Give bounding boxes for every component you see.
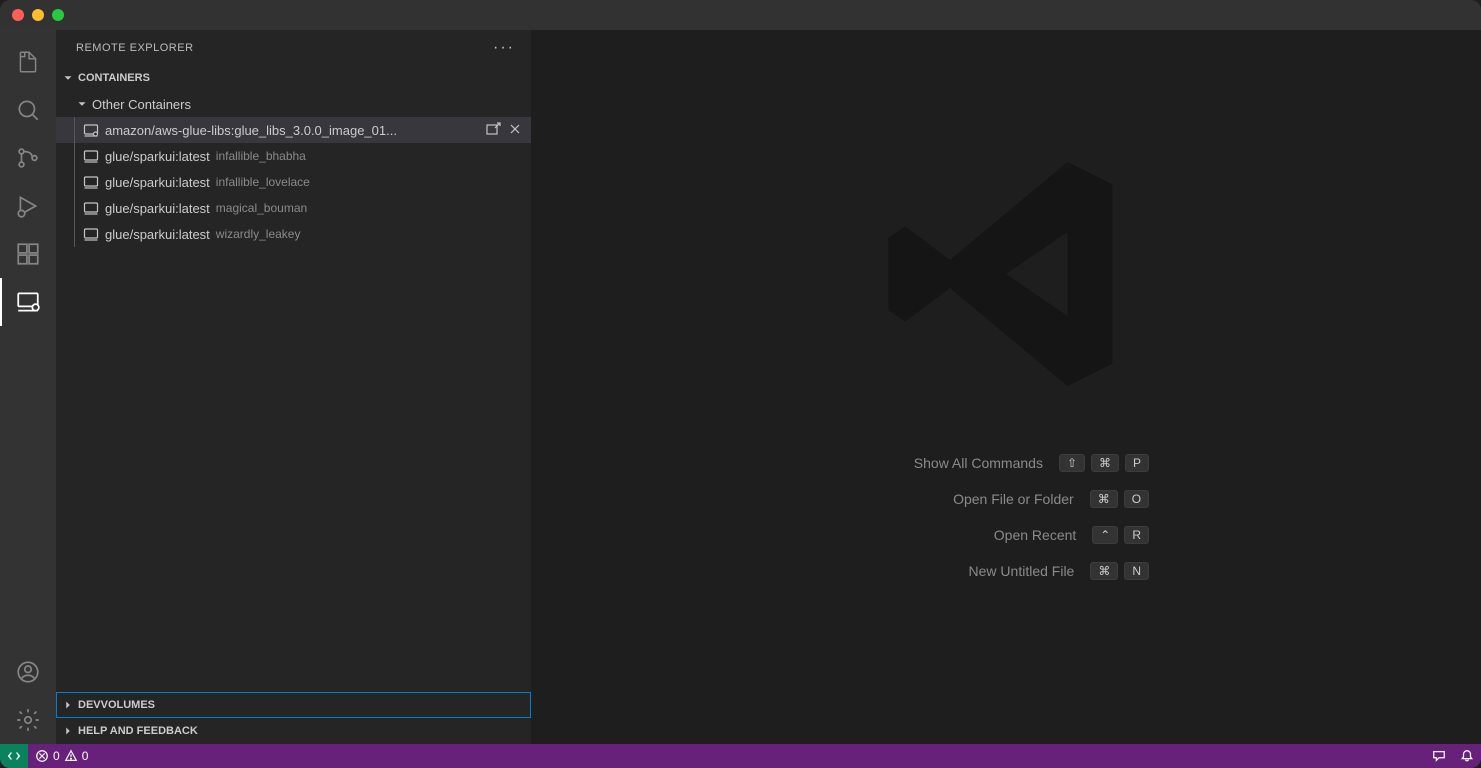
tree-group-other-containers[interactable]: Other Containers [56, 91, 531, 117]
problems-status[interactable]: 0 0 [28, 744, 95, 768]
remote-status[interactable] [0, 744, 28, 768]
container-label: glue/sparkui:latest [105, 201, 210, 216]
container-item[interactable]: amazon/aws-glue-libs:glue_libs_3.0.0_ima… [56, 117, 531, 143]
activity-bar [0, 30, 56, 744]
section-containers[interactable]: CONTAINERS [56, 65, 531, 91]
section-containers-label: CONTAINERS [78, 72, 150, 84]
shortcut-label: New Untitled File [894, 563, 1074, 579]
shortcut-new-file: New Untitled File ⌘ N [863, 562, 1149, 580]
shortcut-label: Open Recent [896, 527, 1076, 543]
chevron-right-icon [60, 723, 76, 739]
chevron-right-icon [60, 697, 76, 713]
shortcut-label: Show All Commands [863, 455, 1043, 471]
extensions-activity[interactable] [0, 230, 56, 278]
tree-group-label: Other Containers [92, 97, 191, 112]
close-icon[interactable] [507, 121, 523, 140]
container-sublabel: wizardly_leakey [216, 227, 301, 241]
sidebar: REMOTE EXPLORER ··· CONTAINERS Other Con [56, 30, 531, 744]
remote-explorer-activity[interactable] [0, 278, 56, 326]
container-icon [83, 200, 99, 216]
app-window: REMOTE EXPLORER ··· CONTAINERS Other Con [0, 0, 1481, 768]
minimize-window-button[interactable] [32, 9, 44, 21]
container-icon [83, 226, 99, 242]
key: ⌃ [1092, 526, 1118, 544]
chevron-down-icon [60, 70, 76, 86]
key: ⌘ [1090, 562, 1118, 580]
editor-area: Show All Commands ⇧ ⌘ P Open File or Fol… [531, 30, 1481, 744]
chevron-down-icon [74, 96, 90, 112]
accounts-activity[interactable] [0, 648, 56, 696]
section-help-label: HELP AND FEEDBACK [78, 725, 198, 737]
zoom-window-button[interactable] [52, 9, 64, 21]
run-debug-activity[interactable] [0, 182, 56, 230]
key: P [1125, 454, 1149, 472]
titlebar[interactable] [0, 0, 1481, 30]
feedback-status[interactable] [1425, 744, 1453, 768]
notifications-status[interactable] [1453, 744, 1481, 768]
sidebar-more-icon[interactable]: ··· [493, 39, 515, 57]
errors-count: 0 [53, 749, 60, 763]
welcome-shortcuts: Show All Commands ⇧ ⌘ P Open File or Fol… [863, 454, 1149, 580]
close-window-button[interactable] [12, 9, 24, 21]
shortcut-label: Open File or Folder [894, 491, 1074, 507]
warnings-count: 0 [82, 749, 89, 763]
section-devvolumes-label: DEVVOLUMES [78, 699, 155, 711]
source-control-activity[interactable] [0, 134, 56, 182]
container-icon [83, 122, 99, 138]
window-controls [12, 9, 64, 21]
new-window-icon[interactable] [485, 121, 501, 140]
search-activity[interactable] [0, 86, 56, 134]
container-label: glue/sparkui:latest [105, 149, 210, 164]
vscode-logo-icon [866, 134, 1146, 414]
container-icon [83, 148, 99, 164]
container-sublabel: infallible_lovelace [216, 175, 310, 189]
container-item[interactable]: glue/sparkui:latest infallible_lovelace [56, 169, 531, 195]
section-help[interactable]: HELP AND FEEDBACK [56, 718, 531, 744]
key: ⌘ [1090, 490, 1118, 508]
container-icon [83, 174, 99, 190]
shortcut-open-file: Open File or Folder ⌘ O [863, 490, 1149, 508]
settings-activity[interactable] [0, 696, 56, 744]
container-item[interactable]: glue/sparkui:latest infallible_bhabha [56, 143, 531, 169]
shortcut-show-commands: Show All Commands ⇧ ⌘ P [863, 454, 1149, 472]
key: N [1124, 562, 1149, 580]
container-label: amazon/aws-glue-libs:glue_libs_3.0.0_ima… [105, 123, 397, 138]
container-item[interactable]: glue/sparkui:latest wizardly_leakey [56, 221, 531, 247]
shortcut-open-recent: Open Recent ⌃ R [863, 526, 1149, 544]
container-label: glue/sparkui:latest [105, 227, 210, 242]
sidebar-header: REMOTE EXPLORER ··· [56, 30, 531, 65]
container-sublabel: infallible_bhabha [216, 149, 306, 163]
key: ⇧ [1059, 454, 1085, 472]
container-item[interactable]: glue/sparkui:latest magical_bouman [56, 195, 531, 221]
sidebar-title: REMOTE EXPLORER [76, 42, 194, 54]
key: ⌘ [1091, 454, 1119, 472]
status-bar: 0 0 [0, 744, 1481, 768]
section-devvolumes[interactable]: DEVVOLUMES [56, 692, 531, 718]
key: O [1124, 490, 1149, 508]
key: R [1124, 526, 1149, 544]
main-body: REMOTE EXPLORER ··· CONTAINERS Other Con [0, 30, 1481, 744]
explorer-activity[interactable] [0, 38, 56, 86]
container-sublabel: magical_bouman [216, 201, 307, 215]
container-label: glue/sparkui:latest [105, 175, 210, 190]
